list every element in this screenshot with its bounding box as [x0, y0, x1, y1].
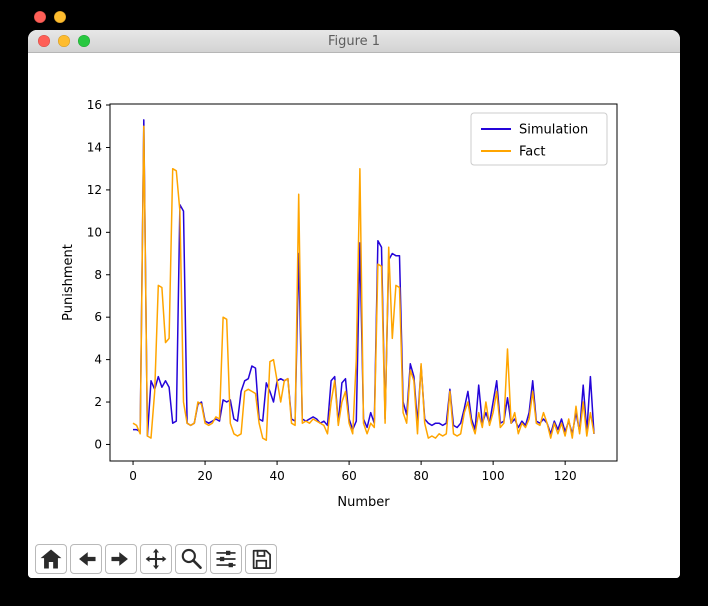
x-axis-label: Number	[337, 495, 390, 510]
sliders-icon	[216, 550, 236, 567]
y-tick-label: 12	[87, 183, 102, 197]
close-button[interactable]	[38, 35, 50, 47]
background-window-minimize-button[interactable]	[54, 11, 66, 23]
background-window-close-button[interactable]	[34, 11, 46, 23]
line-chart: 0 20 40 60 80 100 120 0 2 4 6 8 10 12 14 16 Number Punish…	[61, 98, 618, 510]
zoom-window-button[interactable]	[78, 35, 90, 47]
title-bar[interactable]: Figure 1	[28, 30, 680, 53]
y-tick-label: 8	[94, 268, 102, 282]
x-tick-label: 80	[413, 469, 428, 483]
x-tick-label: 40	[269, 469, 284, 483]
home-button[interactable]	[35, 543, 67, 574]
x-tick-label: 100	[482, 469, 505, 483]
y-axis-label: Punishment	[61, 244, 76, 321]
figure-area: 0 20 40 60 80 100 120 0 2 4 6 8 10 12 14 16 Number Punish…	[28, 53, 680, 539]
forward-arrow-icon	[111, 551, 128, 566]
zoom-button[interactable]	[175, 543, 207, 574]
y-tick-label: 6	[94, 310, 102, 324]
y-tick-label: 2	[94, 395, 102, 409]
magnifier-icon	[181, 548, 202, 569]
desktop-background: Figure 1 0 20 40 60 80 100 120 0 2 4 6 8 10 12 14 16 Num…	[0, 0, 708, 606]
pan-button[interactable]	[140, 543, 172, 574]
window-title: Figure 1	[327, 33, 381, 49]
y-tick-label: 14	[87, 140, 102, 154]
forward-button[interactable]	[105, 543, 137, 574]
pan-arrows-icon	[145, 548, 167, 569]
back-button[interactable]	[70, 543, 102, 574]
save-button[interactable]	[245, 543, 277, 574]
y-tick-label: 16	[87, 98, 102, 112]
legend-label-simulation: Simulation	[519, 123, 588, 138]
floppy-disk-icon	[252, 549, 271, 569]
navigation-toolbar	[28, 539, 680, 578]
figure-window: Figure 1 0 20 40 60 80 100 120 0 2 4 6 8 10 12 14 16 Num…	[28, 30, 680, 578]
x-tick-label: 20	[197, 469, 212, 483]
y-tick-label: 0	[94, 437, 102, 451]
x-tick-label: 0	[129, 469, 137, 483]
x-tick-label: 60	[341, 469, 356, 483]
y-tick-label: 10	[87, 225, 102, 239]
configure-subplots-button[interactable]	[210, 543, 242, 574]
minimize-button[interactable]	[58, 35, 70, 47]
y-tick-label: 4	[94, 353, 102, 367]
legend-label-fact: Fact	[519, 145, 546, 160]
back-arrow-icon	[79, 551, 96, 566]
home-icon	[40, 548, 62, 569]
x-tick-label: 120	[554, 469, 577, 483]
